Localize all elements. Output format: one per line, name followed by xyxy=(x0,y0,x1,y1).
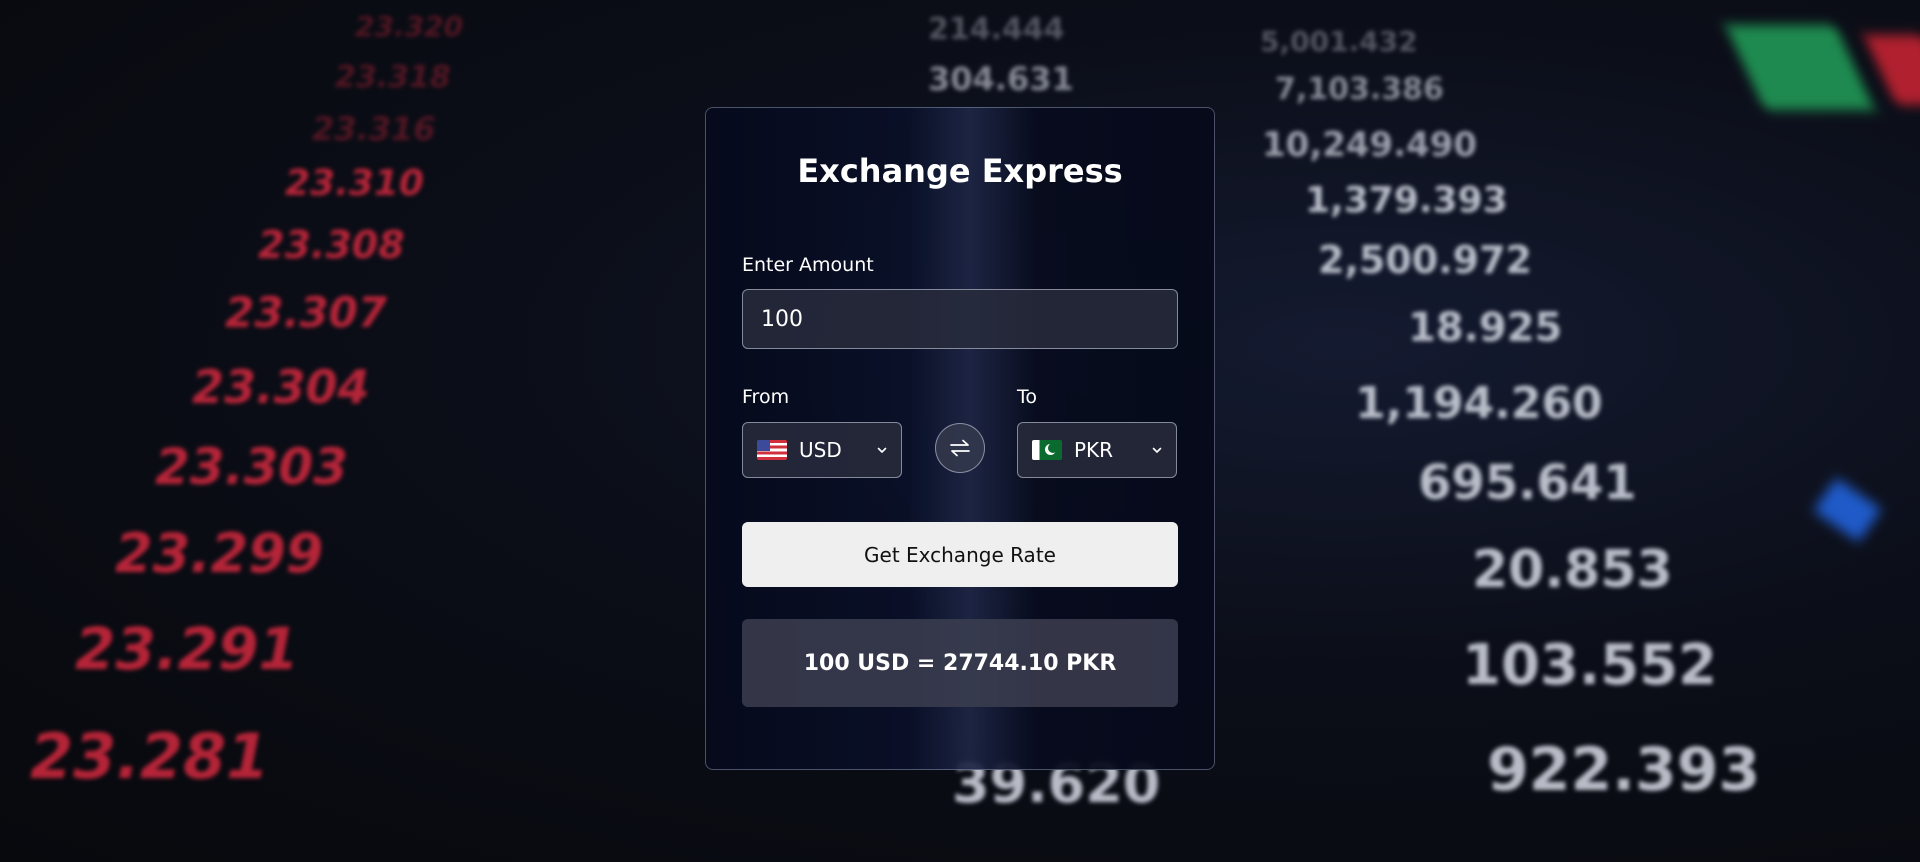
bg-ticker-red: 23.281 xyxy=(30,720,270,793)
from-label: From xyxy=(742,386,790,408)
bg-ticker-white: 214.444 xyxy=(928,12,1065,47)
bg-ticker-red: 23.299 xyxy=(115,522,324,585)
bg-ticker-red: 23.304 xyxy=(192,360,370,414)
bg-ticker-white: 20.853 xyxy=(1472,540,1673,600)
bg-blue-arrow-shape xyxy=(1813,477,1882,543)
bg-ticker-white: 304.631 xyxy=(928,60,1074,98)
app-title: Exchange Express xyxy=(797,152,1123,190)
to-label: To xyxy=(1017,386,1038,408)
bg-ticker-red: 23.318 xyxy=(335,60,451,95)
bg-ticker-white: 5,001.432 xyxy=(1260,25,1418,58)
chevron-down-icon xyxy=(1152,447,1162,453)
us-flag-icon xyxy=(757,440,787,460)
bg-red-shape xyxy=(1863,35,1920,105)
to-currency-code: PKR xyxy=(1074,438,1114,462)
bg-ticker-white: 103.552 xyxy=(1462,633,1718,698)
chevron-down-icon xyxy=(877,447,887,453)
bg-ticker-white: 18.925 xyxy=(1408,305,1563,351)
get-exchange-rate-button[interactable]: Get Exchange Rate xyxy=(742,522,1178,587)
bg-ticker-red: 23.316 xyxy=(312,110,436,148)
pk-flag-icon xyxy=(1032,440,1062,460)
exchange-result: 100 USD = 27744.10 PKR xyxy=(742,619,1178,707)
bg-ticker-white: 2,500.972 xyxy=(1318,238,1532,282)
bg-green-shape xyxy=(1725,25,1875,110)
bg-ticker-red: 23.308 xyxy=(258,223,405,267)
from-currency-select[interactable]: USD xyxy=(742,422,902,478)
bg-ticker-red: 23.303 xyxy=(155,438,348,496)
bg-ticker-red: 23.320 xyxy=(355,10,464,43)
swap-currencies-button[interactable] xyxy=(935,423,985,473)
from-currency-code: USD xyxy=(799,438,842,462)
amount-label: Enter Amount xyxy=(742,254,874,276)
bg-ticker-white: 922.393 xyxy=(1487,735,1761,805)
bg-ticker-white: 7,103.386 xyxy=(1275,72,1444,107)
bg-ticker-white: 1,194.260 xyxy=(1355,378,1603,429)
bg-ticker-white: 695.641 xyxy=(1418,455,1637,511)
bg-ticker-red: 23.291 xyxy=(75,615,299,683)
amount-input[interactable] xyxy=(742,289,1178,349)
bg-ticker-red: 23.307 xyxy=(225,288,388,337)
to-currency-select[interactable]: PKR xyxy=(1017,422,1177,478)
swap-arrows-icon xyxy=(950,439,970,457)
